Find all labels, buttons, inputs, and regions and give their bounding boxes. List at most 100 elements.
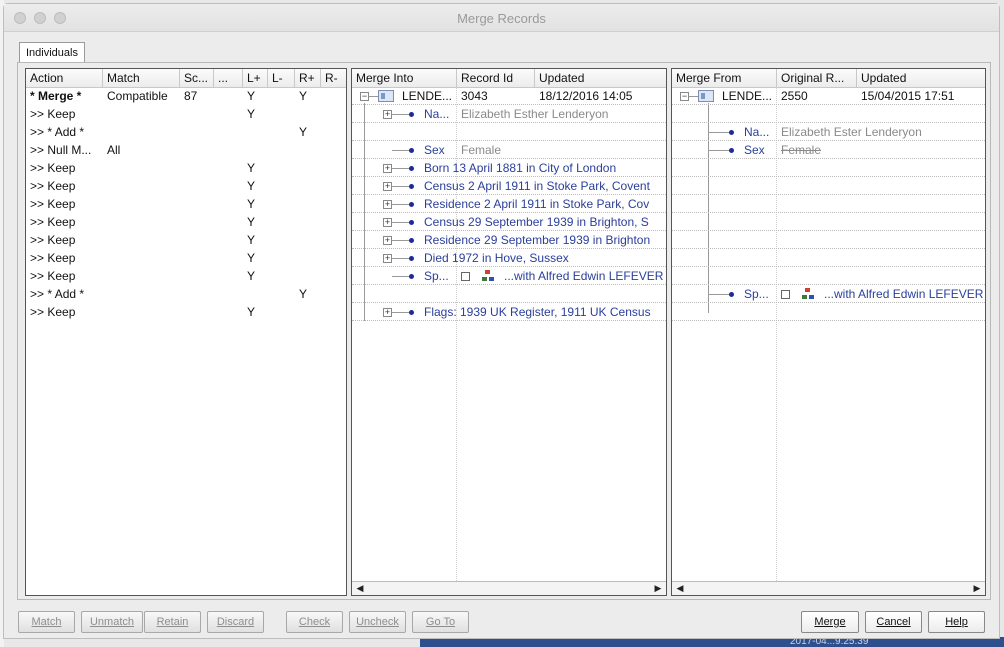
- merge-from-root-row[interactable]: − LENDE... 2550 15/04/2015 17:51: [672, 87, 985, 105]
- tree-line: [689, 96, 698, 97]
- expand-icon[interactable]: +: [383, 164, 392, 173]
- action-cell: >> * Add *: [30, 287, 85, 301]
- scroll-left-arrow-icon[interactable]: ◀: [674, 583, 686, 594]
- scroll-right-arrow-icon[interactable]: ▶: [652, 583, 664, 594]
- retain-button[interactable]: Retain: [144, 611, 201, 633]
- scroll-left-arrow-icon[interactable]: ◀: [354, 583, 366, 594]
- expand-icon[interactable]: +: [383, 218, 392, 227]
- scroll-right-arrow-icon[interactable]: ▶: [971, 583, 983, 594]
- action-cell: >> Keep: [30, 251, 76, 265]
- action-row[interactable]: >> Keep Y: [26, 303, 346, 321]
- action-row[interactable]: >> Keep Y: [26, 267, 346, 285]
- match-cell: [103, 159, 180, 177]
- expand-icon[interactable]: +: [383, 236, 392, 245]
- action-row[interactable]: >> Keep Y: [26, 213, 346, 231]
- col-r-minus[interactable]: R-: [321, 69, 346, 87]
- col-action[interactable]: Action: [26, 69, 103, 87]
- action-row[interactable]: >> Keep Y: [26, 159, 346, 177]
- help-button[interactable]: Help: [928, 611, 985, 633]
- action-row[interactable]: >> Keep Y: [26, 195, 346, 213]
- col-original-record[interactable]: Original R...: [777, 69, 857, 87]
- col-l-plus[interactable]: L+: [243, 69, 268, 87]
- collapse-icon[interactable]: −: [680, 92, 689, 101]
- merge-into-name-row[interactable]: + Na... Elizabeth Esther Lenderyon: [352, 105, 666, 123]
- unmatch-button[interactable]: Unmatch: [81, 611, 143, 633]
- merge-into-fact-row[interactable]: + Born 13 April 1881 in City of London: [352, 159, 666, 177]
- col-score[interactable]: Sc...: [180, 69, 214, 87]
- merge-into-panel[interactable]: Merge Into Record Id Updated − LENDE... …: [351, 68, 667, 596]
- action-cell: >> Keep: [30, 179, 76, 193]
- merge-from-blank-row: [672, 195, 985, 213]
- match-cell: [103, 123, 180, 141]
- col-more[interactable]: ...: [214, 69, 243, 87]
- match-cell: Compatible: [107, 89, 168, 103]
- merge-into-flags-row[interactable]: + Flags: 1939 UK Register, 1911 UK Censu…: [352, 303, 666, 321]
- merge-into-root-row[interactable]: − LENDE... 3043 18/12/2016 14:05: [352, 87, 666, 105]
- spouse-checkbox[interactable]: [781, 290, 790, 299]
- action-cell: >> Keep: [30, 233, 76, 247]
- r-plus-cell: Y: [299, 287, 308, 301]
- col-r-plus[interactable]: R+: [295, 69, 321, 87]
- match-cell: [103, 213, 180, 231]
- expand-icon[interactable]: +: [383, 110, 392, 119]
- col-updated[interactable]: Updated: [857, 69, 985, 87]
- merge-from-panel[interactable]: Merge From Original R... Updated − LENDE…: [671, 68, 986, 596]
- col-match[interactable]: Match: [103, 69, 180, 87]
- r-plus-cell: Y: [299, 89, 308, 103]
- action-row[interactable]: >> Keep Y: [26, 231, 346, 249]
- merge-into-blank-row: [352, 285, 666, 303]
- col-merge-from[interactable]: Merge From: [672, 69, 777, 87]
- col-record-id[interactable]: Record Id: [457, 69, 535, 87]
- collapse-icon[interactable]: −: [360, 92, 369, 101]
- action-row[interactable]: >> * Add * Y: [26, 285, 346, 303]
- merge-into-header: Merge Into Record Id Updated: [352, 69, 666, 88]
- col-merge-into[interactable]: Merge Into: [352, 69, 457, 87]
- merge-from-spouse-row[interactable]: Sp... ...with Alfred Edwin LEFEVER: [672, 285, 985, 303]
- merge-button[interactable]: Merge: [801, 611, 859, 633]
- uncheck-button[interactable]: Uncheck: [349, 611, 406, 633]
- merge-into-spouse-row[interactable]: Sp... ...with Alfred Edwin LEFEVER: [352, 267, 666, 285]
- score-cell: [180, 105, 214, 123]
- merge-from-name-value: Elizabeth Ester Lenderyon: [781, 125, 922, 139]
- merge-into-fact-row[interactable]: + Census 29 September 1939 in Brighton, S: [352, 213, 666, 231]
- title-bar[interactable]: Merge Records: [4, 4, 999, 32]
- merge-into-fact-row[interactable]: + Residence 2 April 1911 in Stoke Park, C…: [352, 195, 666, 213]
- action-cell: >> Keep: [30, 161, 76, 175]
- match-cell: [103, 285, 180, 303]
- merge-into-sex-label: Sex: [424, 143, 445, 157]
- action-row[interactable]: >> * Add * Y: [26, 123, 346, 141]
- action-row[interactable]: >> Keep Y: [26, 177, 346, 195]
- go-to-button[interactable]: Go To: [412, 611, 469, 633]
- merge-from-name-row[interactable]: Na... Elizabeth Ester Lenderyon: [672, 123, 985, 141]
- discard-button[interactable]: Discard: [207, 611, 264, 633]
- merge-from-horizontal-scrollbar[interactable]: ◀ ▶: [672, 581, 985, 595]
- fact-bullet-icon: [729, 130, 734, 135]
- expand-icon[interactable]: +: [383, 254, 392, 263]
- expand-icon[interactable]: +: [383, 200, 392, 209]
- actions-table[interactable]: Action Match Sc... ... L+ L- R+ R- * Mer…: [25, 68, 347, 596]
- merge-into-record-id: 3043: [461, 89, 488, 103]
- fact-bullet-icon: [409, 148, 414, 153]
- merge-into-fact-row[interactable]: + Census 2 April 1911 in Stoke Park, Cove…: [352, 177, 666, 195]
- cancel-button[interactable]: Cancel: [865, 611, 922, 633]
- score-cell: [180, 249, 214, 267]
- merge-into-fact-row[interactable]: + Residence 29 September 1939 in Brighton: [352, 231, 666, 249]
- individuals-tab-content: Action Match Sc... ... L+ L- R+ R- * Mer…: [17, 62, 991, 600]
- action-row[interactable]: * Merge * Compatible 87 Y Y: [26, 87, 346, 105]
- check-button[interactable]: Check: [286, 611, 343, 633]
- expand-icon[interactable]: +: [383, 308, 392, 317]
- merge-into-sex-row[interactable]: Sex Female: [352, 141, 666, 159]
- action-row[interactable]: >> Keep Y: [26, 105, 346, 123]
- expand-icon[interactable]: +: [383, 182, 392, 191]
- col-updated[interactable]: Updated: [535, 69, 666, 87]
- col-l-minus[interactable]: L-: [268, 69, 295, 87]
- score-cell: [180, 285, 214, 303]
- merge-from-sex-row[interactable]: Sex Female: [672, 141, 985, 159]
- tab-individuals[interactable]: Individuals: [19, 42, 85, 63]
- merge-into-horizontal-scrollbar[interactable]: ◀ ▶: [352, 581, 666, 595]
- spouse-checkbox[interactable]: [461, 272, 470, 281]
- action-row[interactable]: >> Keep Y: [26, 249, 346, 267]
- merge-into-fact-row[interactable]: + Died 1972 in Hove, Sussex: [352, 249, 666, 267]
- action-row[interactable]: >> Null M... All: [26, 141, 346, 159]
- match-button[interactable]: Match: [18, 611, 75, 633]
